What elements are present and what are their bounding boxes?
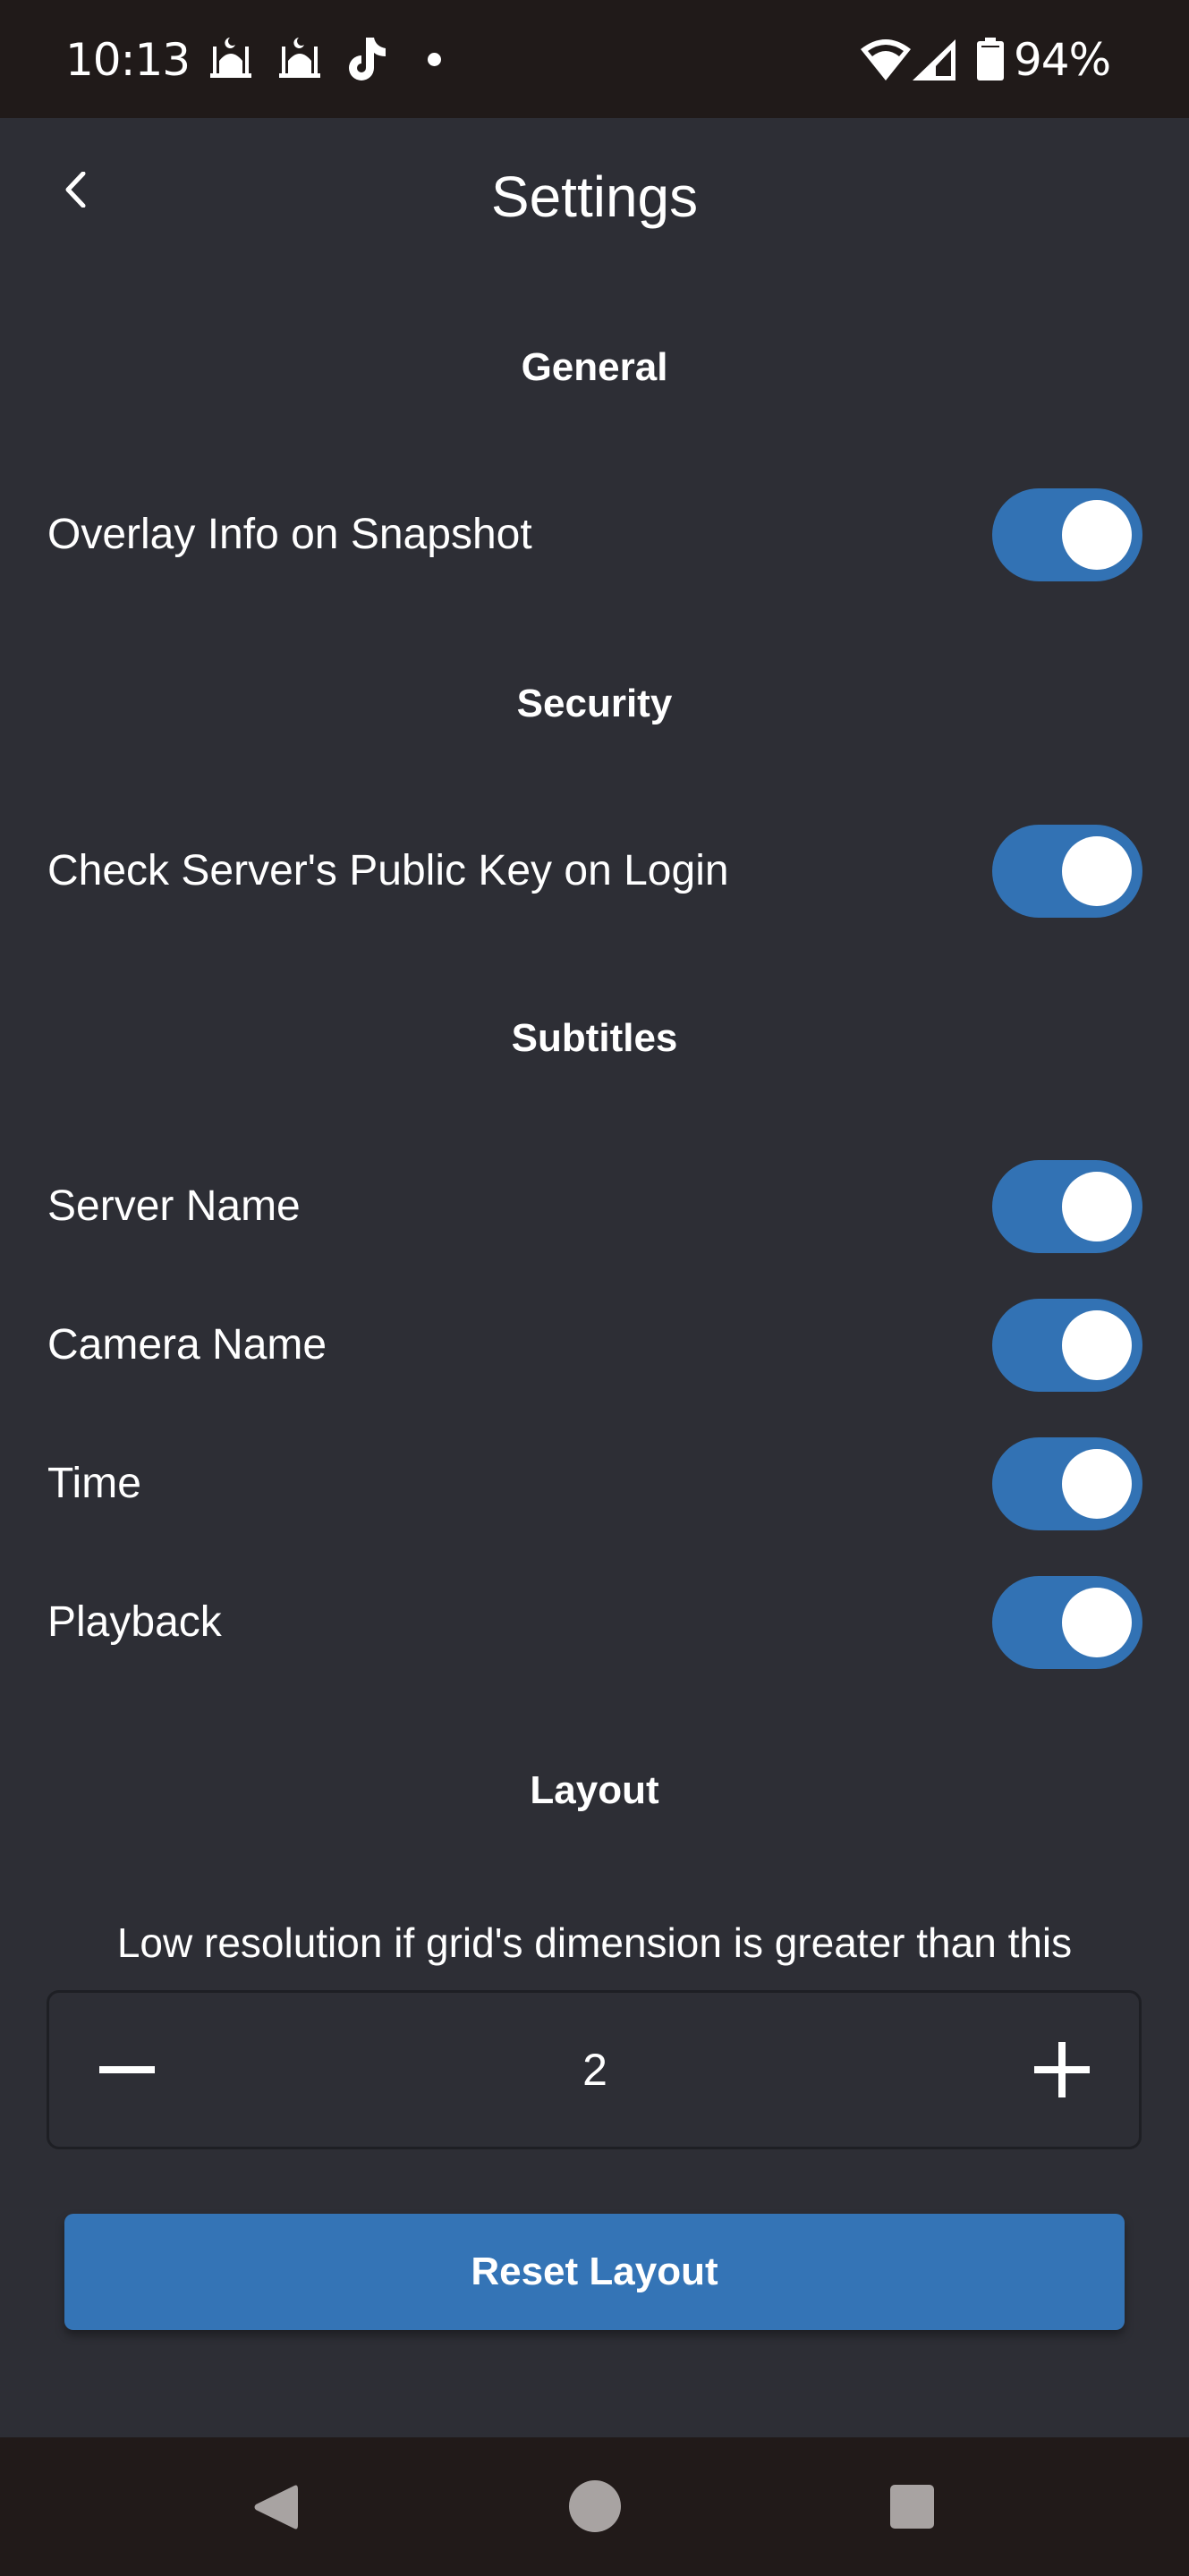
overlay-info-toggle[interactable] bbox=[992, 488, 1142, 581]
reset-layout-button[interactable]: Reset Layout bbox=[64, 2214, 1125, 2330]
notification-dot-icon bbox=[428, 53, 441, 66]
battery-percent: 94% bbox=[1014, 34, 1111, 86]
minus-icon bbox=[99, 2066, 155, 2073]
lowres-threshold-label: Low resolution if grid's dimension is gr… bbox=[116, 1919, 1073, 1966]
check-public-key-toggle[interactable] bbox=[992, 825, 1142, 918]
battery-icon bbox=[977, 38, 1004, 80]
reset-layout-label: Reset Layout bbox=[471, 2250, 718, 2293]
toggle-thumb bbox=[1062, 836, 1132, 906]
page-title: Settings bbox=[490, 165, 699, 229]
section-title-general: General bbox=[521, 345, 668, 389]
toggle-thumb bbox=[1062, 1449, 1132, 1519]
section-title-subtitles: Subtitles bbox=[511, 1016, 678, 1060]
setting-row-check-public-key: Check Server's Public Key on Login bbox=[0, 825, 1189, 918]
navigation-bar bbox=[0, 2437, 1189, 2576]
setting-row-playback: Playback bbox=[0, 1576, 1189, 1669]
increment-button[interactable] bbox=[1017, 2034, 1107, 2106]
mosque-icon bbox=[210, 38, 251, 78]
decrement-button[interactable] bbox=[82, 2034, 172, 2106]
signal-icon bbox=[913, 39, 955, 80]
recents-square-icon[interactable] bbox=[890, 2485, 934, 2529]
status-bar: 10:13 94% bbox=[0, 0, 1189, 118]
setting-row-server-name: Server Name bbox=[0, 1160, 1189, 1253]
toggle-thumb bbox=[1062, 500, 1132, 570]
wifi-icon bbox=[861, 39, 911, 80]
toggle-thumb bbox=[1062, 1588, 1132, 1657]
playback-toggle[interactable] bbox=[992, 1576, 1142, 1669]
toggle-thumb bbox=[1062, 1310, 1132, 1380]
camera-name-toggle[interactable] bbox=[992, 1299, 1142, 1392]
section-title-security: Security bbox=[516, 682, 673, 725]
stepper-value: 2 bbox=[582, 2045, 607, 2095]
section-title-layout: Layout bbox=[530, 1768, 659, 1812]
toggle-thumb bbox=[1062, 1172, 1132, 1241]
server-name-toggle[interactable] bbox=[992, 1160, 1142, 1253]
setting-label: Time bbox=[47, 1460, 141, 1507]
setting-label: Camera Name bbox=[47, 1321, 327, 1368]
back-triangle-icon[interactable] bbox=[253, 2482, 298, 2532]
mosque-icon bbox=[279, 38, 320, 78]
setting-row-camera-name: Camera Name bbox=[0, 1299, 1189, 1392]
status-time: 10:13 bbox=[65, 34, 191, 86]
setting-label: Playback bbox=[47, 1598, 222, 1646]
home-circle-icon[interactable] bbox=[569, 2480, 621, 2532]
setting-row-time: Time bbox=[0, 1437, 1189, 1530]
time-toggle[interactable] bbox=[992, 1437, 1142, 1530]
setting-label: Server Name bbox=[47, 1182, 301, 1230]
setting-row-overlay-info: Overlay Info on Snapshot bbox=[0, 488, 1189, 581]
setting-label: Check Server's Public Key on Login bbox=[47, 847, 729, 894]
setting-label: Overlay Info on Snapshot bbox=[47, 511, 532, 558]
tiktok-icon bbox=[349, 38, 386, 80]
